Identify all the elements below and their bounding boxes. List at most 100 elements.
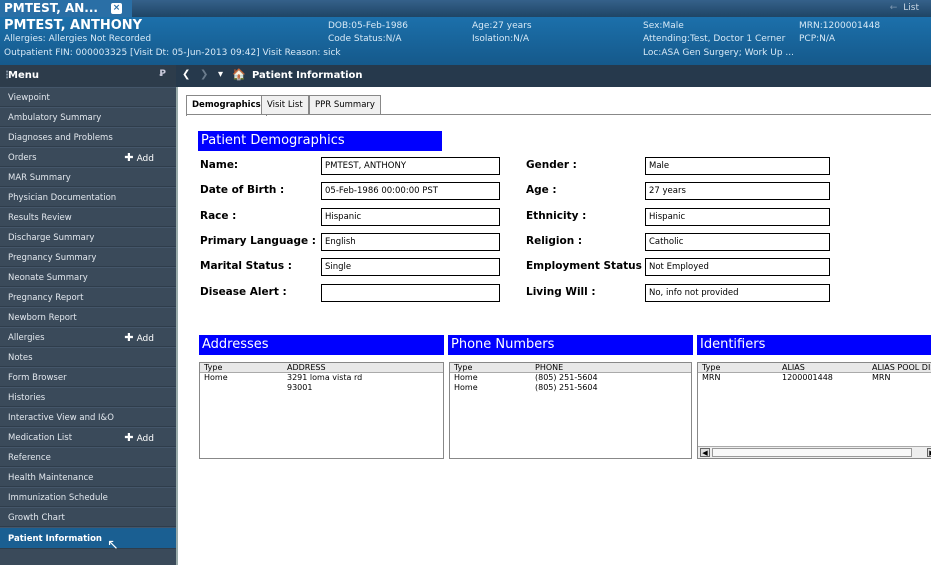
- sidebar-menu: Viewpoint Ambulatory Summary Diagnoses and…: [0, 87, 176, 565]
- table-row[interactable]: Home 3291 loma vista rd: [200, 373, 443, 383]
- patient-name[interactable]: PMTEST, ANTHONY: [4, 18, 142, 33]
- sidebar-item[interactable]: Reference: [0, 447, 176, 467]
- table-cell: 3291 loma vista rd: [287, 373, 363, 382]
- sidebar-item-label: Patient Information: [8, 534, 102, 544]
- field-label: Race :: [200, 210, 237, 222]
- forward-icon[interactable]: ❯: [200, 69, 208, 80]
- sidebar-item[interactable]: Allergies ✚ Add: [0, 327, 176, 347]
- table-row[interactable]: MRN 1200001448 MRN: [698, 373, 931, 383]
- table-cell: (805) 251-5604: [535, 373, 598, 382]
- sidebar-item-label: Ambulatory Summary: [8, 113, 102, 123]
- field-value[interactable]: [321, 284, 500, 302]
- sidebar-item[interactable]: Medication List ✚ Add: [0, 427, 176, 447]
- field-label: Name:: [200, 159, 239, 171]
- column-header[interactable]: ADDRESS: [287, 363, 326, 372]
- field-label: Primary Language :: [200, 235, 316, 247]
- add-button[interactable]: ✚ Add: [124, 148, 154, 169]
- field-label: Employment Status :: [526, 260, 650, 272]
- scrollbar-thumb[interactable]: [712, 448, 912, 457]
- sidebar-item[interactable]: Orders ✚ Add: [0, 147, 176, 167]
- table-row[interactable]: 93001: [200, 383, 443, 393]
- field-value[interactable]: English: [321, 233, 500, 251]
- add-button[interactable]: ✚ Add: [124, 328, 154, 349]
- column-header[interactable]: Type: [204, 363, 222, 372]
- column-header[interactable]: Type: [702, 363, 720, 372]
- sidebar-item[interactable]: Patient Information: [0, 527, 176, 549]
- table-row[interactable]: Home (805) 251-5604: [450, 373, 691, 383]
- table-cell: 93001: [287, 383, 313, 392]
- sidebar-item-label: Histories: [8, 393, 46, 403]
- sidebar-item[interactable]: MAR Summary: [0, 167, 176, 187]
- field-value[interactable]: 27 years: [645, 182, 830, 200]
- field-value[interactable]: Hispanic: [321, 208, 500, 226]
- sidebar-item[interactable]: Histories: [0, 387, 176, 407]
- sidebar-item[interactable]: Newborn Report: [0, 307, 176, 327]
- pin-icon[interactable]: Ꝑ: [159, 69, 166, 79]
- patient-banner: PMTEST, ANTHONY Allergies: Allergies Not…: [0, 17, 931, 65]
- sidebar-item[interactable]: Discharge Summary: [0, 227, 176, 247]
- list-button[interactable]: ← List: [890, 3, 919, 13]
- scroll-left-icon[interactable]: ◀: [700, 448, 710, 457]
- close-icon[interactable]: ×: [111, 3, 122, 14]
- field-value[interactable]: PMTEST, ANTHONY: [321, 157, 500, 175]
- sidebar-item[interactable]: Viewpoint: [0, 87, 176, 107]
- back-icon[interactable]: ❮: [182, 69, 190, 80]
- sidebar-item-label: Allergies: [8, 333, 45, 343]
- sidebar-item-label: MAR Summary: [8, 173, 71, 183]
- sidebar-item-label: Pregnancy Summary: [8, 253, 97, 263]
- field-value[interactable]: No, info not provided: [645, 284, 830, 302]
- sidebar-item[interactable]: Form Browser: [0, 367, 176, 387]
- sidebar-item[interactable]: Ambulatory Summary: [0, 107, 176, 127]
- field-value[interactable]: Not Employed: [645, 258, 830, 276]
- column-header[interactable]: PHONE: [535, 363, 563, 372]
- window-tab-bar: PMTEST, AN... × ← List: [0, 0, 931, 17]
- tab-visit-list[interactable]: Visit List: [261, 95, 309, 115]
- sidebar-item[interactable]: Growth Chart: [0, 507, 176, 527]
- tab-ppr-summary[interactable]: PPR Summary: [309, 95, 381, 115]
- sidebar-item[interactable]: Results Review: [0, 207, 176, 227]
- plus-icon: ✚: [124, 431, 134, 444]
- field-label: Date of Birth :: [200, 184, 285, 196]
- sidebar-item[interactable]: Pregnancy Report: [0, 287, 176, 307]
- dob-text: DOB:05-Feb-1986: [328, 21, 409, 31]
- patient-tab[interactable]: PMTEST, AN... ×: [0, 0, 132, 17]
- sidebar-item[interactable]: Immunization Schedule: [0, 487, 176, 507]
- sidebar-item[interactable]: Interactive View and I&O: [0, 407, 176, 427]
- field-value[interactable]: Hispanic: [645, 208, 830, 226]
- chevron-down-icon[interactable]: ▾: [218, 69, 223, 80]
- list-label: List: [903, 3, 919, 13]
- tab-demographics[interactable]: Demographics: [186, 95, 267, 116]
- table-cell: Home: [204, 373, 228, 382]
- allergies-text: Allergies: Allergies Not Recorded: [4, 34, 152, 44]
- sidebar-item[interactable]: Health Maintenance: [0, 467, 176, 487]
- scroll-right-icon[interactable]: ▶: [927, 448, 931, 457]
- column-header[interactable]: ALIAS POOL DIS: [872, 363, 931, 372]
- sidebar-item[interactable]: Physician Documentation: [0, 187, 176, 207]
- home-icon[interactable]: 🏠: [232, 68, 246, 81]
- field-value[interactable]: Catholic: [645, 233, 830, 251]
- table-row[interactable]: Home (805) 251-5604: [450, 383, 691, 393]
- navigation-bar: ❮ ❯ ▾ 🏠 Patient Information: [176, 65, 931, 87]
- column-header[interactable]: Type: [454, 363, 472, 372]
- field-value[interactable]: Single: [321, 258, 500, 276]
- menu-title: Menu: [8, 70, 39, 81]
- sidebar-item[interactable]: Diagnoses and Problems: [0, 127, 176, 147]
- isolation-text: Isolation:N/A: [472, 34, 530, 44]
- add-button[interactable]: ✚ Add: [124, 428, 154, 449]
- sidebar-item-label: Newborn Report: [8, 313, 77, 323]
- sidebar-item[interactable]: Notes: [0, 347, 176, 367]
- age-text: Age:27 years: [472, 21, 532, 31]
- field-value[interactable]: 05-Feb-1986 00:00:00 PST: [321, 182, 500, 200]
- horizontal-scrollbar[interactable]: ◀ ▶: [698, 446, 931, 458]
- patient-tab-label: PMTEST, AN...: [4, 1, 98, 15]
- field-value[interactable]: Male: [645, 157, 830, 175]
- sidebar-item-label: Health Maintenance: [8, 473, 94, 483]
- sidebar-item[interactable]: Pregnancy Summary: [0, 247, 176, 267]
- table-header: Type ADDRESS: [200, 363, 443, 373]
- sidebar-item[interactable]: Neonate Summary: [0, 267, 176, 287]
- identifiers-heading: Identifiers: [697, 335, 931, 355]
- sex-text: Sex:Male: [643, 21, 684, 31]
- plus-icon: ✚: [124, 331, 134, 344]
- column-header[interactable]: ALIAS: [782, 363, 805, 372]
- phone-numbers-table: Type PHONE Home (805) 251-5604 Home (805) 2…: [449, 362, 692, 459]
